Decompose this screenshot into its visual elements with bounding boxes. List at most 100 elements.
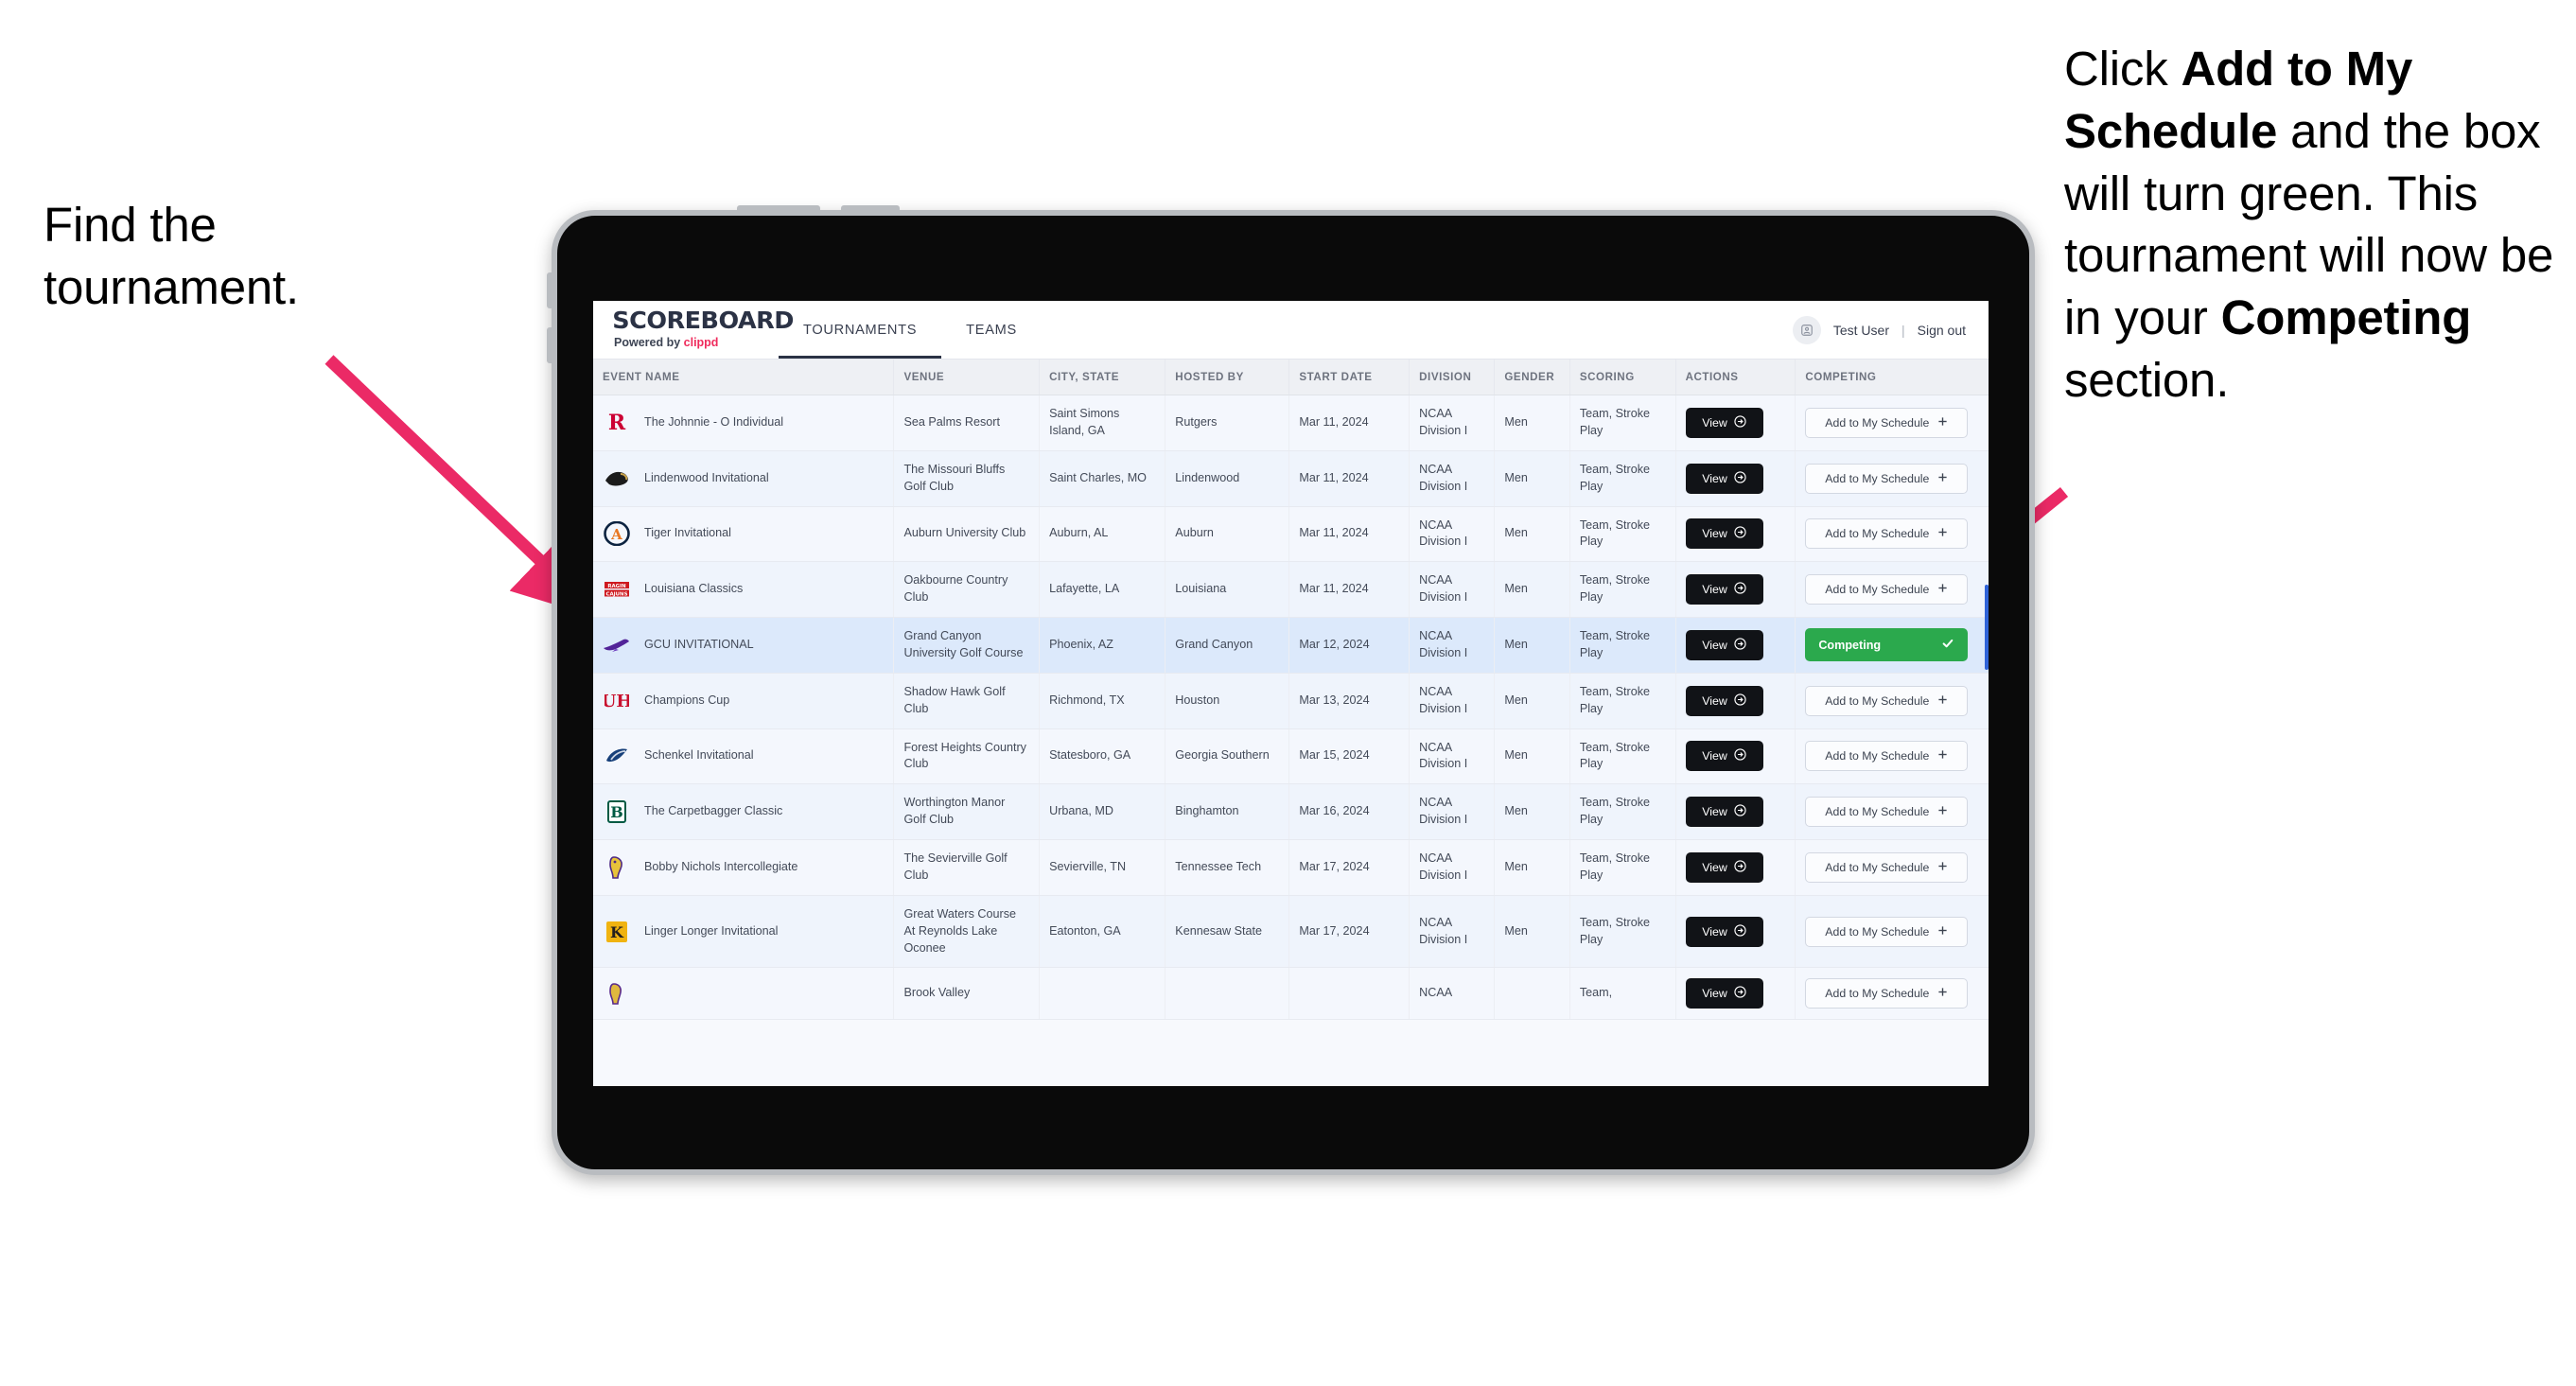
add-to-my-schedule-label: Add to My Schedule — [1825, 749, 1930, 763]
view-label: View — [1702, 471, 1727, 485]
tab-teams[interactable]: TEAMS — [941, 301, 1042, 359]
competing-badge-button[interactable]: Competing — [1805, 628, 1969, 662]
cell-venue: Oakbourne Country Club — [893, 561, 1041, 618]
view-button[interactable]: View — [1685, 407, 1763, 438]
cell-event-name — [593, 967, 895, 1021]
plus-icon — [1937, 987, 1948, 1000]
cell-start-date: Mar 17, 2024 — [1288, 839, 1411, 896]
view-button[interactable]: View — [1685, 574, 1763, 605]
table-row[interactable]: R The Johnnie - O Individual Sea Palms Res… — [593, 395, 1989, 451]
user-menu-separator: | — [1901, 322, 1905, 338]
table-row[interactable]: Lindenwood Invitational The Missouri Bluf… — [593, 450, 1989, 507]
column-header-scoring[interactable]: SCORING — [1569, 360, 1676, 395]
cell-event-name: RAGIN CAJUNS Louisiana Classics — [593, 561, 895, 618]
view-button[interactable]: View — [1685, 685, 1763, 716]
event-name-text: Tiger Invitational — [644, 526, 731, 540]
view-label: View — [1702, 415, 1727, 430]
volume-up-button[interactable] — [547, 272, 555, 308]
column-header-division[interactable]: DIVISION — [1409, 360, 1496, 395]
sign-out-link[interactable]: Sign out — [1918, 323, 1966, 338]
view-button[interactable]: View — [1685, 518, 1763, 550]
brand-logo[interactable]: SCOREBOARD Powered by clippd — [593, 301, 794, 359]
cell-hosted-by: Georgia Southern — [1165, 728, 1290, 785]
cell-start-date: Mar 13, 2024 — [1288, 673, 1411, 729]
power-button[interactable] — [737, 205, 820, 214]
cell-division: NCAA Division I — [1409, 783, 1496, 840]
cell-scoring: Team, Stroke Play — [1569, 450, 1676, 507]
column-header-hosted-by[interactable]: HOSTED BY — [1165, 360, 1290, 395]
cell-division: NCAA Division I — [1409, 561, 1496, 618]
view-button[interactable]: View — [1685, 629, 1763, 660]
column-header-gender[interactable]: GENDER — [1494, 360, 1570, 395]
event-name-text: Lindenwood Invitational — [644, 470, 769, 484]
view-button[interactable]: View — [1685, 463, 1763, 494]
brand-wordmark: SCOREBOARD — [612, 307, 794, 334]
add-to-my-schedule-label: Add to My Schedule — [1825, 924, 1930, 939]
table-row[interactable]: B The Carpetbagger Classic Worthington Man… — [593, 783, 1989, 840]
table-row[interactable]: Schenkel Invitational Forest Heights Coun… — [593, 728, 1989, 785]
cell-event-name: R The Johnnie - O Individual — [593, 395, 895, 451]
column-header-event-name[interactable]: EVENT NAME — [593, 360, 895, 395]
cell-scoring: Team, Stroke Play — [1569, 728, 1676, 785]
vertical-scrollbar[interactable] — [1985, 585, 1989, 670]
add-to-my-schedule-button[interactable]: Add to My Schedule — [1805, 916, 1969, 947]
cell-event-name: Lindenwood Invitational — [593, 450, 895, 507]
tab-teams-label: TEAMS — [966, 322, 1017, 338]
table-row[interactable]: RAGIN CAJUNS Louisiana Classics Oakbourne C… — [593, 561, 1989, 618]
plus-icon — [1937, 749, 1948, 763]
view-button[interactable]: View — [1685, 797, 1763, 828]
table-row[interactable]: UH Champions Cup Shadow Hawk Golf Club Rich… — [593, 673, 1989, 729]
column-header-actions[interactable]: ACTIONS — [1675, 360, 1796, 395]
cell-gender: Men — [1494, 450, 1570, 507]
view-button[interactable]: View — [1685, 741, 1763, 772]
add-to-my-schedule-button[interactable]: Add to My Schedule — [1805, 741, 1969, 772]
view-button[interactable]: View — [1685, 978, 1763, 1009]
volume-down-button[interactable] — [547, 327, 555, 363]
cell-city-state: Auburn, AL — [1039, 506, 1166, 563]
cell-actions: View — [1675, 967, 1796, 1021]
cell-hosted-by: Houston — [1165, 673, 1290, 729]
svg-text:CAJUNS: CAJUNS — [606, 592, 628, 598]
add-to-my-schedule-button[interactable]: Add to My Schedule — [1805, 978, 1969, 1009]
plus-icon — [1937, 416, 1948, 430]
cell-gender: Men — [1494, 895, 1570, 969]
power-button-secondary[interactable] — [841, 205, 900, 214]
cell-scoring: Team, — [1569, 967, 1676, 1021]
cell-gender: Men — [1494, 839, 1570, 896]
add-to-my-schedule-button[interactable]: Add to My Schedule — [1805, 574, 1969, 605]
kennesaw-logo: K — [603, 918, 631, 946]
tab-tournaments[interactable]: TOURNAMENTS — [779, 301, 942, 359]
column-header-start-date[interactable]: START DATE — [1288, 360, 1411, 395]
column-header-venue[interactable]: VENUE — [893, 360, 1041, 395]
cell-venue: Worthington Manor Golf Club — [893, 783, 1041, 840]
event-name-text: Bobby Nichols Intercollegiate — [644, 859, 798, 873]
add-to-my-schedule-button[interactable]: Add to My Schedule — [1805, 685, 1969, 716]
table-row[interactable]: Bobby Nichols Intercollegiate The Sevierv… — [593, 839, 1989, 896]
annotation-right-bold2: Competing — [2220, 290, 2472, 345]
view-button[interactable]: View — [1685, 916, 1763, 947]
plus-icon — [1937, 583, 1948, 596]
add-to-my-schedule-label: Add to My Schedule — [1825, 471, 1930, 485]
table-row[interactable]: Brook Valley NCAA Team, View Add to My Sched… — [593, 967, 1989, 1021]
table-body: R The Johnnie - O Individual Sea Palms Res… — [593, 395, 1989, 1021]
svg-text:A: A — [610, 526, 622, 543]
cell-competing: Add to My Schedule — [1795, 728, 1989, 785]
add-to-my-schedule-button[interactable]: Add to My Schedule — [1805, 518, 1969, 550]
add-to-my-schedule-button[interactable]: Add to My Schedule — [1805, 797, 1969, 828]
column-header-city-state[interactable]: CITY, STATE — [1039, 360, 1166, 395]
cell-competing: Add to My Schedule — [1795, 967, 1989, 1021]
view-button[interactable]: View — [1685, 851, 1763, 883]
table-row[interactable]: GCU INVITATIONAL Grand Canyon University … — [593, 617, 1989, 674]
table-row[interactable]: K Linger Longer Invitational Great Waters … — [593, 895, 1989, 969]
cell-gender: Men — [1494, 673, 1570, 729]
user-avatar-icon[interactable] — [1792, 315, 1821, 344]
cell-start-date: Mar 11, 2024 — [1288, 506, 1411, 563]
check-icon — [1941, 637, 1954, 653]
cell-city-state: Urbana, MD — [1039, 783, 1166, 840]
user-name[interactable]: Test User — [1833, 323, 1889, 338]
column-header-competing[interactable]: COMPETING — [1795, 360, 1989, 395]
add-to-my-schedule-button[interactable]: Add to My Schedule — [1805, 463, 1969, 494]
table-row[interactable]: A Tiger Invitational Auburn University Clu… — [593, 506, 1989, 563]
add-to-my-schedule-button[interactable]: Add to My Schedule — [1805, 851, 1969, 883]
add-to-my-schedule-button[interactable]: Add to My Schedule — [1805, 407, 1969, 438]
